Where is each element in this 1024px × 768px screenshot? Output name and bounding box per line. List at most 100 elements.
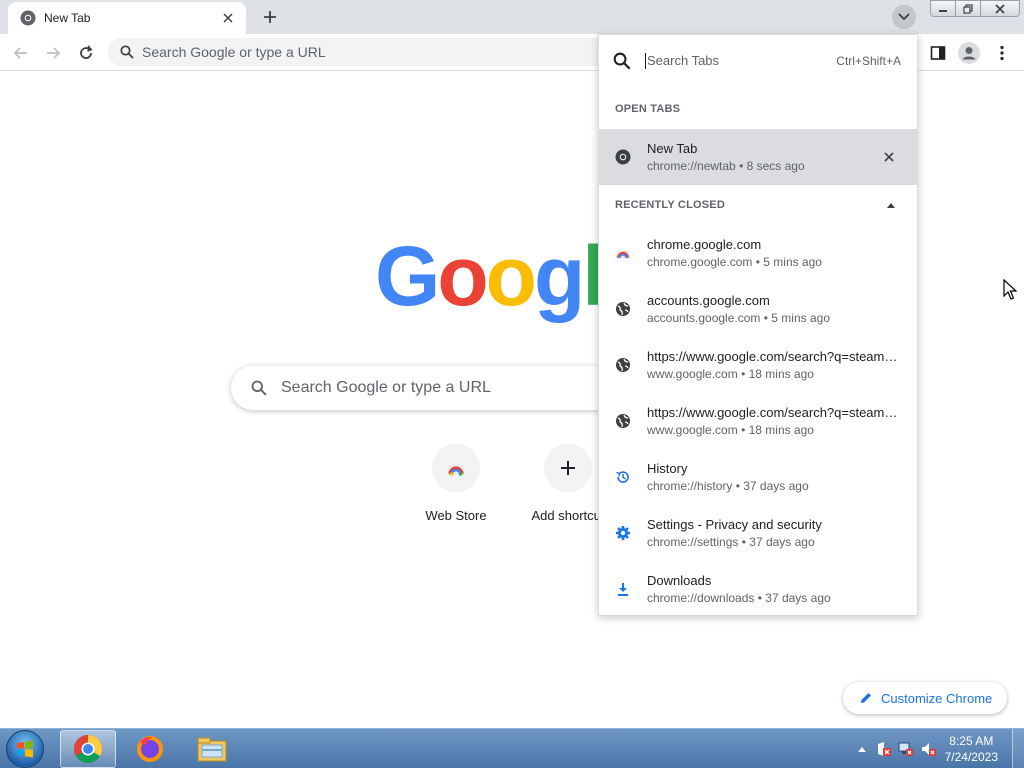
globe-icon bbox=[615, 357, 631, 373]
row-separator: • bbox=[763, 311, 768, 325]
show-hidden-icons-button[interactable] bbox=[851, 738, 873, 760]
action-center-icon[interactable] bbox=[873, 738, 895, 760]
windows-logo-icon bbox=[17, 740, 33, 758]
volume-icon[interactable] bbox=[917, 738, 939, 760]
chrome-icon bbox=[615, 149, 631, 165]
shortcut-tile bbox=[432, 444, 480, 492]
back-arrow-icon bbox=[13, 47, 27, 59]
recently-closed-row[interactable]: accounts.google.com accounts.google.com … bbox=[599, 281, 917, 337]
logo-letter-4: g bbox=[533, 229, 585, 323]
open-tabs-heading: OPEN TABS bbox=[615, 103, 681, 115]
row-url: chrome://settings bbox=[647, 535, 739, 549]
logo-letter-1: G bbox=[375, 229, 440, 323]
search-icon bbox=[613, 52, 631, 70]
row-separator: • bbox=[735, 479, 740, 493]
chevron-up-icon bbox=[857, 747, 866, 752]
row-url: chrome://newtab bbox=[647, 159, 736, 173]
clock[interactable]: 8:25 AM 7/24/2023 bbox=[945, 733, 998, 765]
row-separator: • bbox=[755, 255, 760, 269]
row-separator: • bbox=[741, 535, 746, 549]
row-title: Settings - Privacy and security bbox=[647, 517, 822, 532]
pencil-icon bbox=[861, 693, 871, 703]
tab-search-field[interactable]: Search Tabs Ctrl+Shift+A bbox=[599, 35, 917, 87]
network-icon[interactable] bbox=[895, 738, 917, 760]
minimize-button[interactable] bbox=[930, 0, 956, 17]
forward-button[interactable] bbox=[40, 40, 66, 66]
row-url: chrome.google.com bbox=[647, 255, 753, 269]
mouse-cursor-icon bbox=[1003, 278, 1018, 306]
restore-button[interactable] bbox=[955, 0, 981, 17]
firefox-icon bbox=[137, 736, 163, 762]
customize-chrome-label: Customize Chrome bbox=[881, 690, 993, 706]
ntp-search-placeholder: Search Google or type a URL bbox=[281, 379, 491, 396]
taskbar-chrome[interactable] bbox=[60, 730, 116, 768]
recently-closed-row[interactable]: chrome.google.com chrome.google.com • 5 … bbox=[599, 225, 917, 281]
taskbar-file-explorer[interactable] bbox=[184, 730, 240, 768]
tab-new-tab[interactable]: New Tab bbox=[8, 2, 246, 34]
shortcut-web-store[interactable]: Web Store bbox=[400, 444, 512, 523]
avatar-icon bbox=[958, 42, 980, 64]
recently-closed-row[interactable]: Settings - Privacy and security chrome:/… bbox=[599, 505, 917, 561]
row-separator: • bbox=[739, 159, 744, 173]
side-panel-icon bbox=[930, 46, 946, 60]
side-panel-button[interactable] bbox=[925, 40, 951, 66]
profile-button[interactable] bbox=[956, 40, 982, 66]
row-title: History bbox=[647, 461, 688, 476]
row-url: www.google.com bbox=[647, 367, 738, 381]
row-title: https://www.google.com/search?q=steam… bbox=[647, 405, 898, 420]
collapse-arrow-icon[interactable] bbox=[883, 199, 899, 211]
recently-closed-row[interactable]: https://www.google.com/search?q=steam… w… bbox=[599, 393, 917, 449]
more-vert-icon bbox=[1000, 45, 1004, 61]
tab-search-popup: Search Tabs Ctrl+Shift+A OPEN TABS New T… bbox=[598, 34, 918, 616]
customize-chrome-button[interactable]: Customize Chrome bbox=[843, 682, 1007, 714]
row-title: chrome.google.com bbox=[647, 237, 762, 252]
omnibox-placeholder: Search Google or type a URL bbox=[142, 44, 326, 60]
row-time: 37 days ago bbox=[749, 535, 815, 549]
tab-search-input[interactable]: Search Tabs bbox=[645, 53, 836, 69]
search-icon bbox=[251, 380, 267, 396]
globe-icon bbox=[615, 413, 631, 429]
start-button[interactable] bbox=[6, 730, 44, 768]
row-url: accounts.google.com bbox=[647, 311, 761, 325]
clock-time: 8:25 AM bbox=[949, 734, 994, 748]
system-tray: 8:25 AM 7/24/2023 bbox=[851, 729, 1024, 768]
minimize-icon bbox=[939, 9, 947, 12]
tab-search-button[interactable] bbox=[892, 5, 916, 29]
shortcut-tile bbox=[544, 444, 592, 492]
new-tab-button[interactable] bbox=[258, 6, 282, 28]
tab-strip: New Tab bbox=[0, 0, 1024, 34]
close-tab-icon[interactable] bbox=[881, 149, 897, 165]
globe-icon bbox=[615, 301, 631, 317]
forward-arrow-icon bbox=[47, 47, 61, 59]
row-url: chrome://history bbox=[647, 479, 733, 493]
row-separator: • bbox=[741, 423, 746, 437]
tab-title: New Tab bbox=[44, 11, 91, 25]
taskbar-firefox[interactable] bbox=[122, 730, 178, 768]
tab-close-icon[interactable] bbox=[220, 10, 236, 26]
settings-icon bbox=[615, 525, 631, 541]
open-tab-row[interactable]: New Tab chrome://newtab • 8 secs ago bbox=[599, 129, 917, 185]
row-time: 5 mins ago bbox=[763, 255, 822, 269]
recently-closed-row[interactable]: https://www.google.com/search?q=steam… w… bbox=[599, 337, 917, 393]
webstore-icon bbox=[448, 465, 464, 476]
row-title: https://www.google.com/search?q=steam… bbox=[647, 349, 898, 364]
back-button[interactable] bbox=[8, 40, 34, 66]
clock-date: 7/24/2023 bbox=[944, 750, 998, 764]
chevron-down-icon bbox=[898, 13, 910, 21]
chrome-icon bbox=[74, 735, 102, 763]
close-window-button[interactable] bbox=[980, 0, 1020, 17]
recently-closed-row[interactable]: Downloads chrome://downloads • 37 days a… bbox=[599, 561, 917, 617]
tab-search-shortcut: Ctrl+Shift+A bbox=[836, 54, 901, 68]
row-url: www.google.com bbox=[647, 423, 738, 437]
recently-closed-row[interactable]: History chrome://history • 37 days ago bbox=[599, 449, 917, 505]
menu-button[interactable] bbox=[989, 40, 1015, 66]
reload-button[interactable] bbox=[73, 40, 99, 66]
close-icon bbox=[995, 3, 1005, 14]
logo-letter-2: o bbox=[437, 229, 488, 323]
chrome-icon bbox=[20, 10, 36, 26]
show-desktop-button[interactable] bbox=[1012, 729, 1024, 768]
row-time: 18 mins ago bbox=[748, 367, 814, 381]
row-title: Downloads bbox=[647, 573, 712, 588]
row-title: accounts.google.com bbox=[647, 293, 770, 308]
restore-icon bbox=[963, 3, 973, 14]
